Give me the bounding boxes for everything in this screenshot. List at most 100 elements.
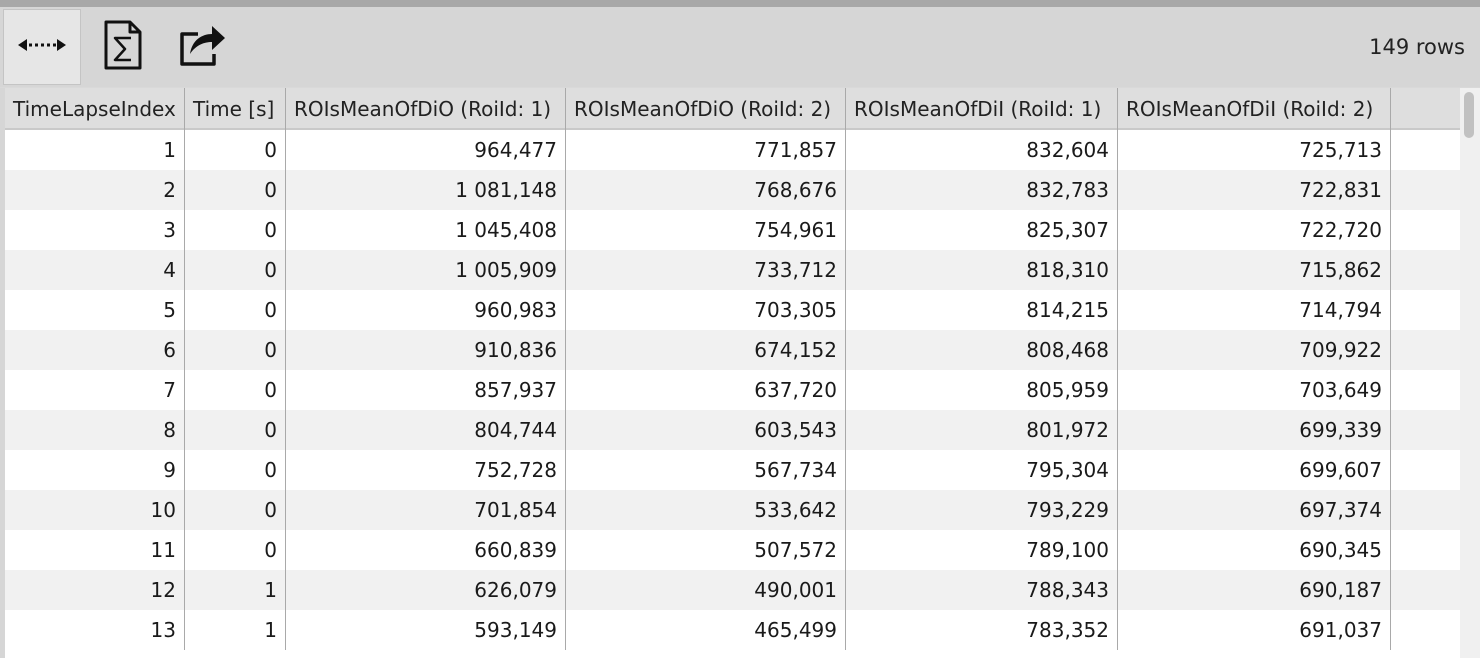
cell-dio-roi1: 1 045,408 [286, 210, 566, 250]
window-top-strip [0, 0, 1480, 7]
cell-time: 0 [185, 410, 286, 450]
table-row[interactable]: 5 0 960,983 703,305 814,215 714,794 [5, 290, 1460, 330]
cell-dii-roi2: 697,374 [1118, 490, 1391, 530]
cell-dii-roi1: 783,352 [846, 610, 1118, 650]
cell-dio-roi1: 960,983 [286, 290, 566, 330]
cell-dii-roi2: 691,037 [1118, 610, 1391, 650]
cell-filler [1391, 290, 1460, 330]
cell-dii-roi1: 793,229 [846, 490, 1118, 530]
cell-timelapseindex: 2 [5, 170, 185, 210]
cell-filler [1391, 370, 1460, 410]
cell-dii-roi1: 825,307 [846, 210, 1118, 250]
cell-filler [1391, 250, 1460, 290]
cell-dii-roi1: 818,310 [846, 250, 1118, 290]
cell-timelapseindex: 1 [5, 130, 185, 170]
table-row[interactable]: 301 045,408 754,961 825,307 722,720 [5, 210, 1460, 250]
cell-dii-roi1: 832,604 [846, 130, 1118, 170]
cell-dii-roi2: 690,187 [1118, 570, 1391, 610]
sum-document-icon [103, 20, 143, 74]
column-header-dio-roi1[interactable]: ROIsMeanOfDiO (RoiId: 1) [286, 88, 566, 130]
cell-dii-roi2: 690,345 [1118, 530, 1391, 570]
cell-dio-roi1: 1 081,148 [286, 170, 566, 210]
cell-timelapseindex: 7 [5, 370, 185, 410]
cell-dio-roi1: 752,728 [286, 450, 566, 490]
cell-dii-roi2: 714,794 [1118, 290, 1391, 330]
cell-dio-roi1: 804,744 [286, 410, 566, 450]
cell-time: 0 [185, 290, 286, 330]
cell-filler [1391, 490, 1460, 530]
cell-dio-roi1: 660,839 [286, 530, 566, 570]
cell-dio-roi2: 507,572 [566, 530, 846, 570]
cell-time: 0 [185, 490, 286, 530]
cell-filler [1391, 130, 1460, 170]
column-header-filler [1391, 88, 1460, 130]
table-row[interactable]: 13 1 593,149 465,499 783,352 691,037 [5, 610, 1460, 650]
cell-dio-roi2: 465,499 [566, 610, 846, 650]
table-row[interactable]: 401 005,909 733,712 818,310 715,862 [5, 250, 1460, 290]
cell-dii-roi1: 795,304 [846, 450, 1118, 490]
cell-filler [1391, 570, 1460, 610]
cell-dii-roi1: 805,959 [846, 370, 1118, 410]
expand-columns-button[interactable] [3, 9, 81, 85]
cell-timelapseindex: 5 [5, 290, 185, 330]
cell-dii-roi1: 832,783 [846, 170, 1118, 210]
table-row[interactable]: 1 0 964,477 771,857 832,604 725,713 [5, 130, 1460, 170]
table-row[interactable]: 10 0 701,854 533,642 793,229 697,374 [5, 490, 1460, 530]
vertical-scrollbar[interactable] [1460, 88, 1480, 658]
column-header-dio-roi2[interactable]: ROIsMeanOfDiO (RoiId: 2) [566, 88, 846, 130]
table-row[interactable]: 9 0 752,728 567,734 795,304 699,607 [5, 450, 1460, 490]
cell-timelapseindex: 8 [5, 410, 185, 450]
cell-dii-roi1: 801,972 [846, 410, 1118, 450]
cell-dio-roi1: 1 005,909 [286, 250, 566, 290]
cell-filler [1391, 530, 1460, 570]
statistics-button[interactable] [84, 9, 162, 85]
cell-dio-roi2: 754,961 [566, 210, 846, 250]
vertical-scrollbar-thumb[interactable] [1464, 92, 1474, 138]
cell-time: 0 [185, 170, 286, 210]
column-header-dii-roi1[interactable]: ROIsMeanOfDiI (RoiId: 1) [846, 88, 1118, 130]
cell-dii-roi1: 814,215 [846, 290, 1118, 330]
cell-filler [1391, 210, 1460, 250]
cell-dio-roi2: 603,543 [566, 410, 846, 450]
cell-dii-roi2: 709,922 [1118, 330, 1391, 370]
export-button[interactable] [164, 9, 242, 85]
table-row[interactable]: 7 0 857,937 637,720 805,959 703,649 [5, 370, 1460, 410]
cell-dio-roi2: 771,857 [566, 130, 846, 170]
cell-dii-roi2: 699,339 [1118, 410, 1391, 450]
column-header-time[interactable]: Time [s] [185, 88, 286, 130]
table-row[interactable]: 12 1 626,079 490,001 788,343 690,187 [5, 570, 1460, 610]
cell-time: 0 [185, 450, 286, 490]
cell-timelapseindex: 9 [5, 450, 185, 490]
cell-dio-roi2: 674,152 [566, 330, 846, 370]
cell-time: 0 [185, 210, 286, 250]
column-header-timelapseindex[interactable]: TimeLapseIndex [5, 88, 185, 130]
cell-time: 1 [185, 570, 286, 610]
cell-time: 0 [185, 530, 286, 570]
cell-dii-roi1: 789,100 [846, 530, 1118, 570]
cell-time: 0 [185, 130, 286, 170]
cell-dio-roi1: 964,477 [286, 130, 566, 170]
cell-dio-roi2: 490,001 [566, 570, 846, 610]
cell-time: 0 [185, 370, 286, 410]
table-row[interactable]: 8 0 804,744 603,543 801,972 699,339 [5, 410, 1460, 450]
data-grid: TimeLapseIndex Time [s] ROIsMeanOfDiO (R… [5, 88, 1460, 658]
cell-time: 1 [185, 610, 286, 650]
cell-filler [1391, 170, 1460, 210]
cell-dio-roi2: 637,720 [566, 370, 846, 410]
cell-timelapseindex: 6 [5, 330, 185, 370]
cell-dio-roi1: 857,937 [286, 370, 566, 410]
cell-dii-roi2: 699,607 [1118, 450, 1391, 490]
cell-timelapseindex: 12 [5, 570, 185, 610]
grid-header: TimeLapseIndex Time [s] ROIsMeanOfDiO (R… [5, 88, 1460, 130]
cell-dii-roi2: 715,862 [1118, 250, 1391, 290]
cell-dii-roi2: 703,649 [1118, 370, 1391, 410]
column-header-dii-roi2[interactable]: ROIsMeanOfDiI (RoiId: 2) [1118, 88, 1391, 130]
table-row[interactable]: 11 0 660,839 507,572 789,100 690,345 [5, 530, 1460, 570]
cell-timelapseindex: 13 [5, 610, 185, 650]
cell-dio-roi1: 701,854 [286, 490, 566, 530]
cell-time: 0 [185, 330, 286, 370]
cell-timelapseindex: 3 [5, 210, 185, 250]
table-row[interactable]: 201 081,148 768,676 832,783 722,831 [5, 170, 1460, 210]
table-row[interactable]: 6 0 910,836 674,152 808,468 709,922 [5, 330, 1460, 370]
cell-dio-roi2: 768,676 [566, 170, 846, 210]
